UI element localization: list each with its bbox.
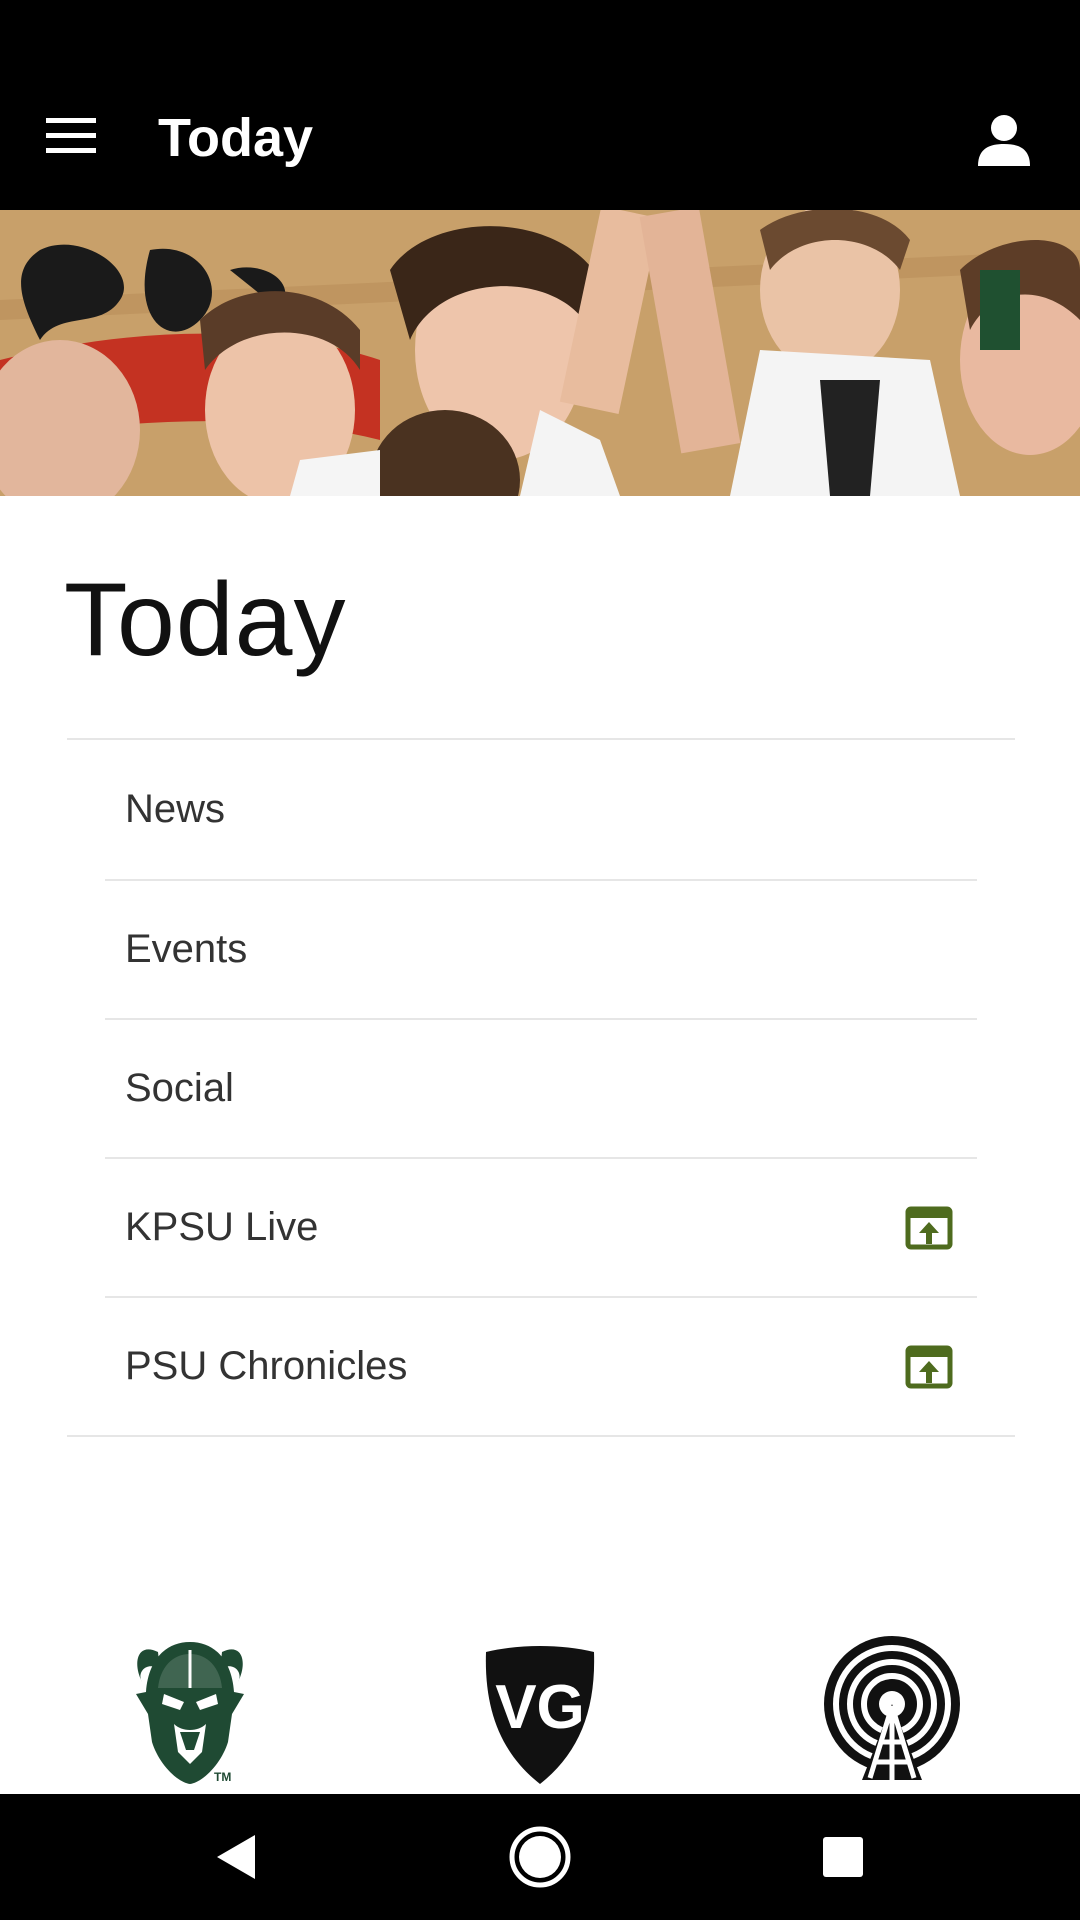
nav-item-label: KPSU Live: [125, 1205, 319, 1249]
system-navigation-bar: [0, 1794, 1080, 1920]
trademark-mark: TM: [214, 1770, 232, 1784]
system-home-button[interactable]: [505, 1822, 575, 1892]
vg-shield-text: VG: [495, 1673, 585, 1742]
nav-item-label: PSU Chronicles: [125, 1344, 408, 1388]
menu-button[interactable]: [36, 100, 108, 172]
today-nav-list: News Events Social KPSU Live PSU Chronic…: [67, 738, 1015, 1437]
hamburger-menu-icon: [46, 118, 96, 153]
nav-item-psu-chronicles[interactable]: PSU Chronicles: [105, 1296, 977, 1435]
nav-item-social[interactable]: Social: [105, 1018, 977, 1157]
system-recents-button[interactable]: [808, 1822, 878, 1892]
nav-item-news[interactable]: News: [105, 740, 977, 879]
app-bar-title: Today: [158, 108, 314, 168]
recents-icon: [823, 1837, 863, 1877]
hero-image: [0, 210, 1080, 496]
back-icon: [217, 1835, 255, 1879]
system-back-button[interactable]: [200, 1822, 270, 1892]
hero-photo: [0, 210, 1080, 496]
page-title: Today: [64, 562, 347, 678]
nav-item-kpsu-live[interactable]: KPSU Live: [105, 1157, 977, 1296]
vg-shield-logo[interactable]: VG: [478, 1642, 602, 1788]
app-bar: Today: [0, 0, 1080, 210]
nav-item-label: Social: [125, 1066, 234, 1110]
nav-item-label: News: [125, 787, 226, 831]
open-external-icon: [905, 1206, 953, 1249]
open-external-icon: [905, 1345, 953, 1388]
account-button[interactable]: [964, 100, 1044, 180]
nav-item-label: Events: [125, 927, 248, 971]
nav-item-events[interactable]: Events: [105, 879, 977, 1018]
radio-broadcast-logo[interactable]: [822, 1634, 962, 1784]
bottom-logo-bar: TM VG: [0, 1620, 1080, 1794]
person-icon: [978, 115, 1030, 166]
home-icon: [509, 1826, 571, 1888]
viking-mascot-logo[interactable]: [128, 1632, 252, 1792]
